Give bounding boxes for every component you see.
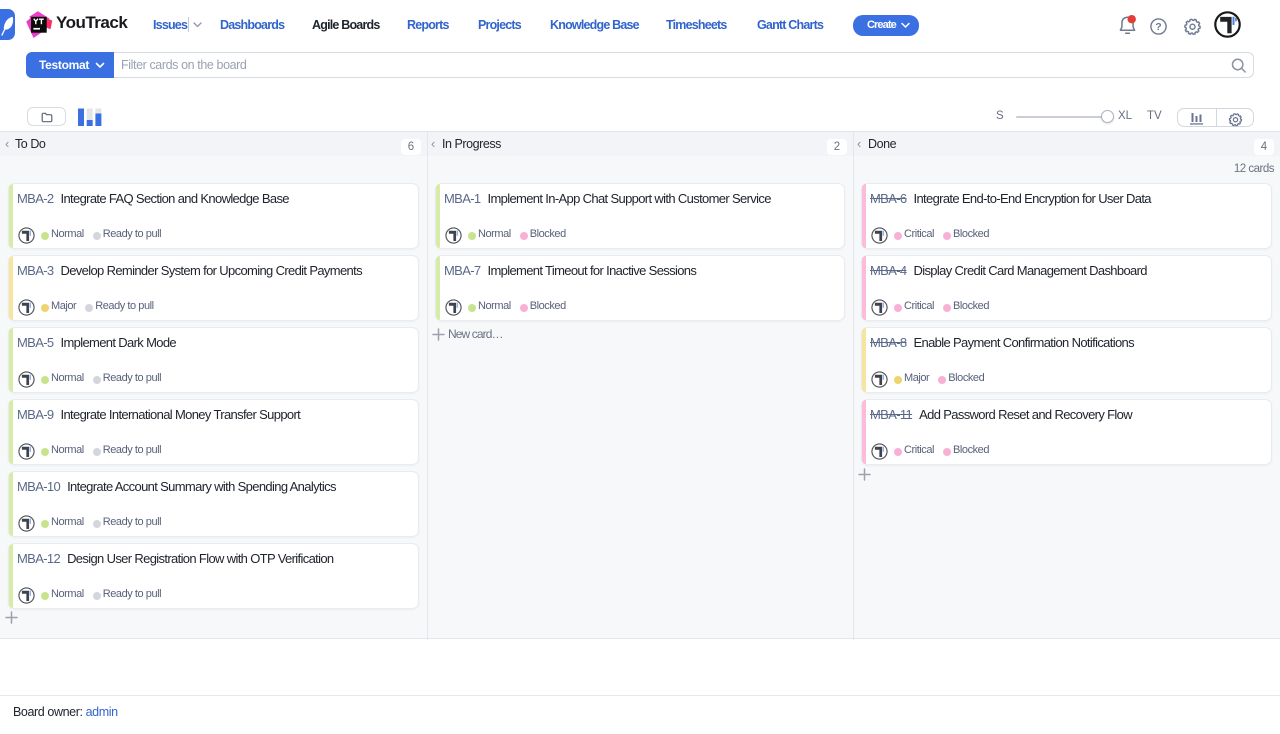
svg-text:?: ?	[1155, 21, 1161, 33]
